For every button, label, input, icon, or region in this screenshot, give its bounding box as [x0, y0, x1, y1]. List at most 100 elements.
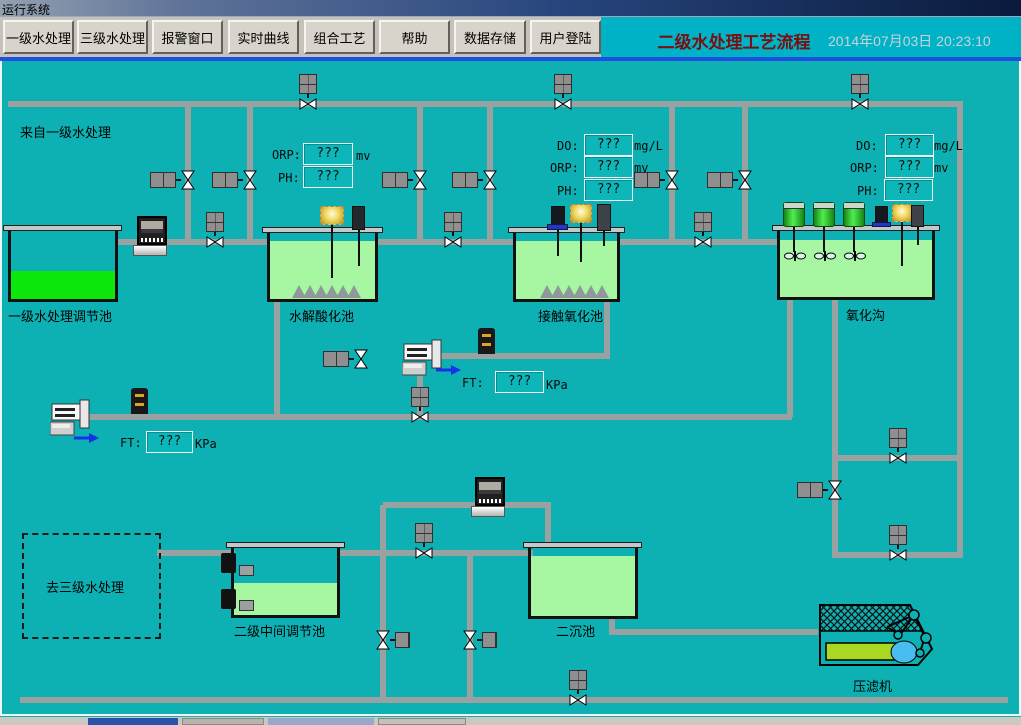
probe-shaft: [603, 231, 605, 246]
actuated-valve[interactable]: [411, 387, 429, 423]
separator-line: [0, 57, 1021, 61]
actuated-valve[interactable]: [415, 523, 433, 559]
ph-value-box: ???: [884, 179, 933, 201]
actuated-valve[interactable]: [694, 212, 712, 248]
probe-icon: [597, 204, 611, 231]
window-title: 运行系统: [2, 1, 50, 18]
valve-hourglass-icon: [243, 170, 257, 190]
orp-label: ORP:: [550, 161, 579, 175]
mixer-lamp-icon: [320, 206, 344, 225]
actuated-valve[interactable]: [569, 670, 587, 706]
button-primary-treatment[interactable]: 一级水处理: [3, 20, 74, 54]
button-combined-process[interactable]: 组合工艺: [304, 20, 375, 54]
probe-icon: [352, 206, 365, 230]
flow-arrow-icon: [72, 432, 100, 444]
taskbar-item[interactable]: [268, 718, 374, 725]
button-help[interactable]: 帮助: [379, 20, 450, 54]
valve-hourglass-icon: [181, 170, 195, 190]
ft-unit: KPa: [195, 437, 217, 451]
flow-arrow-icon: [434, 364, 462, 376]
window-titlebar: [0, 0, 1021, 17]
tank-level: [11, 271, 115, 299]
taskbar-item[interactable]: [182, 718, 264, 725]
tank-label: 氧化沟: [846, 305, 885, 324]
probe-shaft: [580, 223, 582, 262]
actuated-valve[interactable]: [851, 74, 869, 110]
hand-valve[interactable]: [707, 170, 752, 190]
pipe: [787, 298, 793, 417]
from-primary-label: 来自一级水处理: [20, 122, 111, 141]
level-sensor-icon: [221, 553, 236, 573]
pipe: [380, 505, 386, 700]
hand-valve[interactable]: [797, 480, 842, 500]
valve-bowtie-icon: [569, 694, 587, 706]
level-sensor-icon: [221, 589, 236, 609]
aerator-icon: [347, 285, 361, 298]
valve-bowtie-icon: [694, 236, 712, 248]
mixer-shaft: [331, 225, 333, 278]
hand-valve[interactable]: [212, 170, 257, 190]
datetime-display: 2014年07月03日 20:23:10: [828, 31, 1018, 51]
valve-bowtie-icon: [851, 98, 869, 110]
probe-icon: [551, 206, 565, 225]
orp-value-box: ???: [885, 156, 934, 178]
button-data-storage[interactable]: 数据存储: [454, 20, 526, 54]
filter-press-label: 压滤机: [853, 676, 892, 695]
actuated-valve[interactable]: [444, 212, 462, 248]
do-unit: mg/L: [934, 139, 963, 153]
mixer-shaft: [793, 227, 795, 252]
mixer-motor-icon[interactable]: [813, 202, 835, 227]
mixer-lamp-icon: [570, 204, 592, 223]
hand-valve[interactable]: [376, 630, 410, 650]
actuated-valve[interactable]: [889, 428, 907, 464]
valve-bowtie-icon: [299, 98, 317, 110]
propeller-icon: [844, 250, 866, 262]
button-alarm-window[interactable]: 报警窗口: [152, 20, 223, 54]
filter-press-icon[interactable]: [792, 597, 942, 673]
pipe: [435, 353, 610, 359]
mixer-motor-icon[interactable]: [783, 202, 805, 227]
probe-shaft: [917, 227, 919, 245]
actuated-valve[interactable]: [554, 74, 572, 110]
pipe: [604, 302, 610, 356]
tank-secondary-sedimentation: [528, 548, 638, 619]
hand-valve[interactable]: [382, 170, 427, 190]
pressure-sensor-icon: [131, 388, 148, 414]
hand-valve[interactable]: [150, 170, 195, 190]
taskbar-item[interactable]: [88, 718, 178, 725]
ph-label: PH:: [278, 171, 300, 185]
hand-valve[interactable]: [452, 170, 497, 190]
controller-meter-icon[interactable]: [137, 216, 167, 256]
pipe: [338, 550, 533, 556]
sensor-box: [239, 600, 254, 611]
probe-base: [872, 222, 891, 227]
hand-valve[interactable]: [323, 349, 368, 369]
orp-value-box: ???: [303, 143, 353, 165]
pipe: [957, 104, 963, 558]
canvas-edge-left: [0, 61, 2, 714]
pipe: [467, 553, 473, 700]
button-user-login[interactable]: 用户登陆: [530, 20, 601, 54]
valve-hourglass-icon: [738, 170, 752, 190]
button-tertiary-treatment[interactable]: 三级水处理: [77, 20, 148, 54]
ft-value-box: ???: [495, 371, 544, 393]
actuated-valve[interactable]: [206, 212, 224, 248]
mixer-shaft: [823, 227, 825, 252]
button-realtime-curve[interactable]: 实时曲线: [228, 20, 299, 54]
probe-shaft: [358, 230, 360, 266]
pipe: [20, 697, 1008, 703]
pipe: [832, 300, 838, 558]
probe-shaft: [557, 230, 559, 256]
do-label: DO:: [557, 139, 579, 153]
ft-label: FT:: [462, 376, 484, 390]
orp-label: ORP:: [272, 148, 301, 162]
actuated-valve[interactable]: [299, 74, 317, 110]
taskbar-item[interactable]: [378, 718, 466, 725]
actuated-valve[interactable]: [889, 525, 907, 561]
hand-valve[interactable]: [463, 630, 497, 650]
ph-label: PH:: [857, 184, 879, 198]
mixer-motor-icon[interactable]: [843, 202, 865, 227]
controller-meter-icon[interactable]: [475, 477, 505, 517]
sensor-box: [239, 565, 254, 576]
tank-oxidation-ditch: [777, 231, 935, 300]
